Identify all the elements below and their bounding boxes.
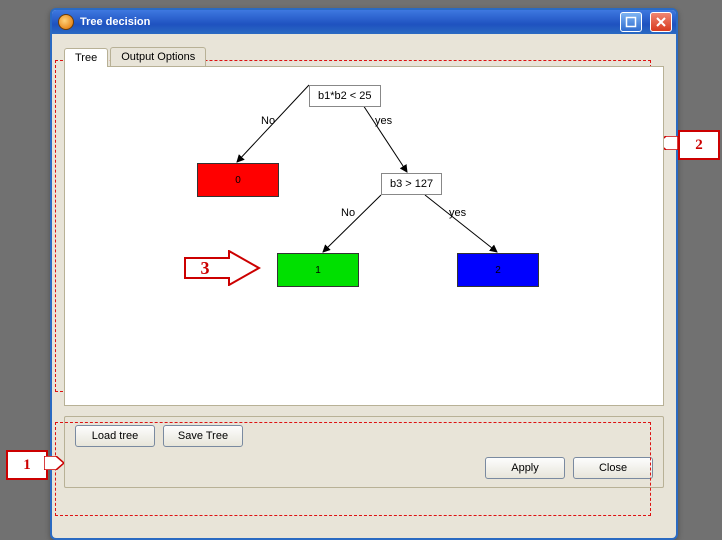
tab-output-options[interactable]: Output Options — [110, 47, 206, 66]
annotation-2-label: 2 — [695, 137, 703, 154]
annotation-2: 2 — [678, 130, 720, 160]
button-row-top: Load tree Save Tree — [75, 425, 653, 447]
leaf-2-value: 2 — [495, 265, 501, 276]
edge-label-yes-2: yes — [449, 207, 466, 219]
leaf-2[interactable]: 2 — [457, 253, 539, 287]
tab-tree[interactable]: Tree — [64, 48, 108, 67]
annotation-1-arrow — [44, 456, 64, 470]
apply-button[interactable]: Apply — [485, 457, 565, 479]
tree-canvas: b1*b2 < 25 No yes 0 b3 > 127 No yes 1 2 — [65, 67, 663, 405]
edge-label-no-2: No — [341, 207, 355, 219]
annotation-1: 1 — [6, 450, 48, 480]
titlebar[interactable]: Tree decision — [52, 10, 676, 34]
load-tree-button[interactable]: Load tree — [75, 425, 155, 447]
split-node-2[interactable]: b3 > 127 — [381, 173, 442, 195]
annotation-3: 3 — [183, 250, 261, 286]
tabs-row: Tree Output Options — [64, 44, 664, 66]
leaf-1[interactable]: 1 — [277, 253, 359, 287]
tree-edges — [65, 67, 663, 405]
window-title: Tree decision — [80, 16, 612, 28]
tree-page: b1*b2 < 25 No yes 0 b3 > 127 No yes 1 2 — [64, 66, 664, 406]
svg-text:3: 3 — [201, 258, 210, 278]
save-tree-button[interactable]: Save Tree — [163, 425, 243, 447]
annotation-1-label: 1 — [23, 457, 31, 474]
leaf-0-value: 0 — [235, 175, 241, 186]
close-window-button[interactable] — [650, 12, 672, 32]
edge-label-yes-root: yes — [375, 115, 392, 127]
edge-label-no-root: No — [261, 115, 275, 127]
dialog-window: Tree decision Tree Output Options — [50, 8, 678, 540]
leaf-1-value: 1 — [315, 265, 321, 276]
app-icon — [58, 14, 74, 30]
button-row-bottom: Apply Close — [75, 457, 653, 479]
close-button[interactable]: Close — [573, 457, 653, 479]
maximize-button[interactable] — [620, 12, 642, 32]
client-area: Tree Output Options — [52, 34, 676, 538]
button-bar: Load tree Save Tree Apply Close — [64, 416, 664, 488]
root-node[interactable]: b1*b2 < 25 — [309, 85, 381, 107]
leaf-0[interactable]: 0 — [197, 163, 279, 197]
